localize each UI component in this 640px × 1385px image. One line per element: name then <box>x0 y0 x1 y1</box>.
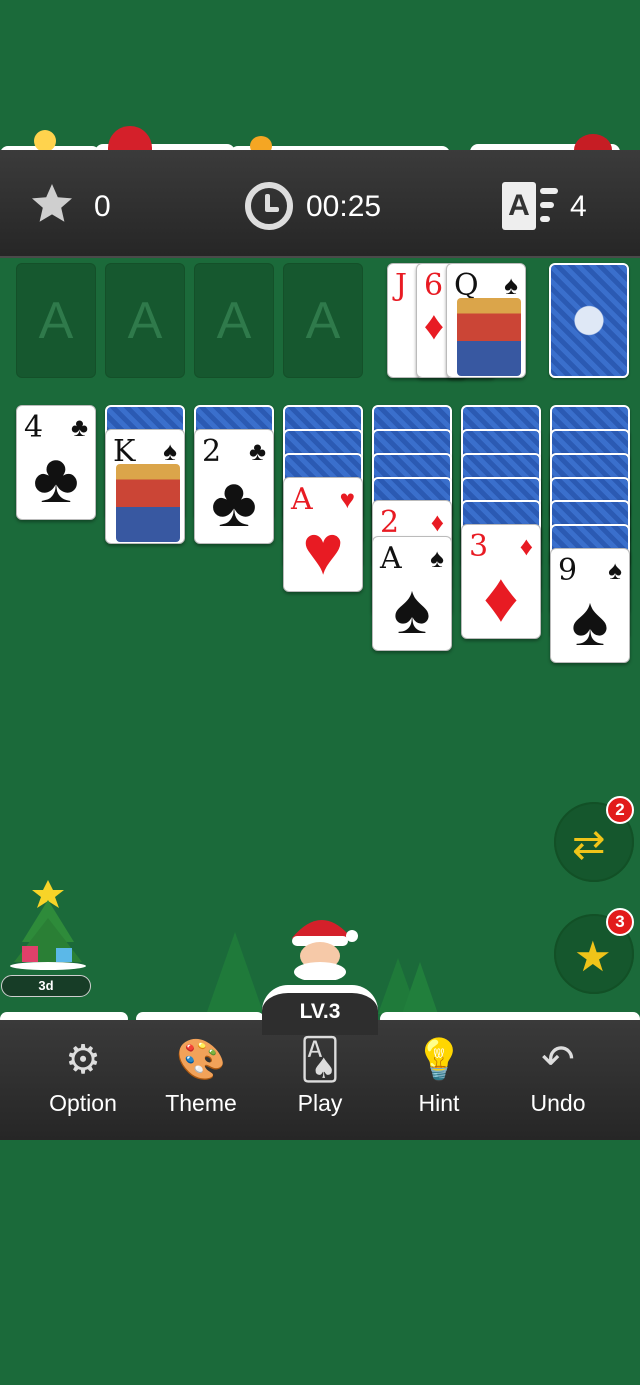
hint-label: Hint <box>418 1090 460 1116</box>
tree-decoration <box>207 932 263 1012</box>
santa-decoration <box>292 919 358 980</box>
tableau-card[interactable]: A ♠ ♠ <box>372 536 452 651</box>
card-suit-large: ♦ <box>483 558 519 636</box>
event-days-left: 3d <box>1 975 91 997</box>
theme-button[interactable]: 🎨 Theme <box>146 1030 256 1117</box>
star-icon <box>32 184 72 222</box>
card-rank: J <box>395 268 408 303</box>
card-suit-large: ♣ <box>33 439 79 517</box>
tableau-card[interactable]: 4 ♣ ♣ <box>16 405 96 520</box>
undo-button[interactable]: ↶ Undo <box>503 1030 613 1117</box>
card-suit: ♠ <box>504 270 518 300</box>
foundation-slot[interactable]: A <box>194 263 274 378</box>
palette-icon: 🎨 <box>176 1038 226 1082</box>
tableau-card[interactable]: 2 ♣ ♣ <box>194 429 274 544</box>
foundation-slot[interactable]: A <box>105 263 185 378</box>
card-rank: 6 <box>424 268 444 303</box>
cards-icon: 🂡 <box>299 1038 341 1082</box>
shuffle-count-badge: 2 <box>606 796 634 824</box>
undo-arrow-icon: ↶ <box>541 1038 575 1082</box>
magic-wand-icon: ★ <box>574 933 612 980</box>
card-suit: ♠ <box>163 436 177 466</box>
magic-count-badge: 3 <box>606 908 634 936</box>
level-indicator: LV.3 <box>262 985 378 1035</box>
king-figure <box>116 464 180 542</box>
option-button[interactable]: ⚙ Option <box>28 1030 138 1117</box>
tableau-card[interactable]: 9 ♠ ♠ <box>550 548 630 663</box>
card-suit-large: ♥ <box>302 511 344 589</box>
shuffle-button[interactable]: ⇄ 2 <box>554 796 634 882</box>
magic-wand-button[interactable]: ★ 3 <box>554 908 634 994</box>
undo-label: Undo <box>530 1090 586 1116</box>
gear-icon: ⚙ <box>65 1038 101 1082</box>
card-rank: 2 <box>380 505 400 540</box>
shuffle-icon: ⇄ <box>572 823 606 867</box>
theme-label: Theme <box>165 1090 237 1116</box>
timer-value: 00:25 <box>306 190 382 223</box>
tableau-card[interactable]: K ♠ <box>105 429 185 544</box>
foundation-slot[interactable]: A <box>16 263 96 378</box>
auto-finish-icon[interactable]: A <box>502 182 558 232</box>
candy-decoration <box>34 130 56 152</box>
queen-figure <box>457 298 521 376</box>
play-button[interactable]: 🂡 Play <box>265 1030 375 1117</box>
tableau-card[interactable]: A ♥ ♥ <box>283 477 363 592</box>
waste-card-top[interactable]: Q ♠ <box>446 263 526 378</box>
score-value: 0 <box>94 190 111 223</box>
stock-pile[interactable] <box>549 263 629 378</box>
card-suit: ♦ <box>430 507 444 537</box>
foundation-slot[interactable]: A <box>283 263 363 378</box>
lightbulb-icon: 💡 <box>414 1038 464 1082</box>
card-suit-large: ♠ <box>393 570 431 648</box>
tree-decoration <box>378 958 438 1014</box>
moves-value: 4 <box>570 190 587 223</box>
play-label: Play <box>297 1090 343 1116</box>
christmas-event-icon[interactable] <box>8 880 88 970</box>
option-label: Option <box>49 1090 117 1116</box>
tableau-card[interactable]: 3 ♦ ♦ <box>461 524 541 639</box>
hint-button[interactable]: 💡 Hint <box>384 1030 494 1117</box>
card-suit-large: ♣ <box>211 463 257 541</box>
card-suit-large: ♠ <box>571 582 609 660</box>
clock-icon <box>245 182 293 230</box>
